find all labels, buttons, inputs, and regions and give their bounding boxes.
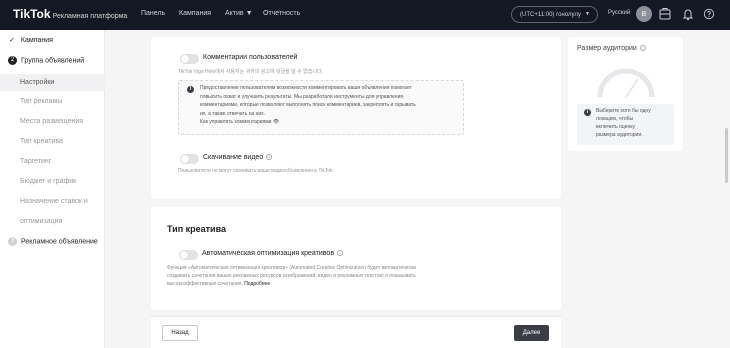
sidebar-item-label: Рекламное объявление <box>21 238 98 246</box>
section-title: Тип креатива <box>167 224 226 234</box>
timezone-label: (UTC+11:00) гонолулу <box>520 11 581 18</box>
sidebar-item-label: Группа объявлений <box>21 57 85 65</box>
audience-title-text: Размер аудитории <box>577 45 637 52</box>
chevron-down-icon: ▼ <box>585 11 590 17</box>
manage-comments-link[interactable]: Как управлять комментариями 👁 <box>200 118 462 127</box>
sidebar-item-ad[interactable]: 3 Рекламное объявление <box>0 237 105 246</box>
audience-gauge <box>597 68 655 98</box>
help-icon[interactable] <box>703 7 715 21</box>
info-line: повысить охват и улучшить результаты. Мы… <box>200 93 404 100</box>
sidebar-item-label: Таргетинг <box>20 158 52 165</box>
briefcase-icon[interactable] <box>659 7 671 21</box>
sidebar-item-label: Бюджет и график <box>20 178 77 185</box>
sidebar-item-label: Тип рекламы <box>20 98 63 105</box>
back-button[interactable]: Назад <box>162 325 198 341</box>
nav-assets[interactable]: Актив ▼ <box>225 10 253 17</box>
top-navigation-bar: TikTok Рекламная платформа Панель Кампани… <box>0 0 730 30</box>
page-scrollbar[interactable] <box>725 128 728 183</box>
auto-creative-label: Автоматическая оптимизация креативов? <box>202 250 344 257</box>
sidebar-item-bidding[interactable]: Назначение ставок и <box>0 198 105 205</box>
eye-icon: 👁 <box>272 119 280 125</box>
language-selector[interactable]: Русский <box>608 10 630 16</box>
auto-creative-label-text: Автоматическая оптимизация креативов <box>202 250 335 257</box>
question-icon[interactable]: ? <box>337 250 344 257</box>
sidebar-item-creative-type[interactable]: Тип креатива <box>0 138 105 145</box>
sidebar-item-targeting[interactable]: Таргетинг <box>0 158 105 165</box>
sidebar-item-settings[interactable]: Настройки <box>0 74 105 91</box>
footer-bar: Назад Далее <box>151 316 561 348</box>
info-line: их, а также отвечать на них. <box>200 110 266 117</box>
comments-info-box: i Предоставление пользователям возможнос… <box>178 80 464 135</box>
chevron-down-icon: ▼ <box>245 10 253 17</box>
sidebar-item-campaign[interactable]: ✓ Кампания <box>0 36 105 44</box>
download-label-text: Скачивание видео <box>203 154 264 161</box>
creative-type-card: Тип креатива Автоматическая оптимизация … <box>151 207 561 310</box>
audience-note: i Выберите хотя бы одну локацию, чтобы в… <box>577 104 674 145</box>
info-line: комментариями, которые позволяют выполня… <box>200 102 416 108</box>
note-line: локацию, чтобы <box>596 116 634 122</box>
step-number: 3 <box>8 237 17 246</box>
nav-reporting[interactable]: Отчетность <box>263 10 300 17</box>
question-icon[interactable]: ? <box>639 45 646 52</box>
desc-line: высокоэффективные сочетания. <box>167 281 243 287</box>
manage-comments-link-label: Как управлять комментариями <box>200 119 272 125</box>
info-line: Предоставление пользователям возможности… <box>200 85 412 91</box>
audience-size-panel: Размер аудитории? i Выберите хотя бы одн… <box>568 37 683 151</box>
timezone-selector[interactable]: (UTC+11:00) гонолулу ▼ <box>511 6 598 23</box>
comments-label: Комментарии пользователей <box>203 54 298 61</box>
audience-note-text: Выберите хотя бы одну локацию, чтобы вкл… <box>596 107 651 139</box>
desc-line: Функция «Автоматическая оптимизация креа… <box>167 265 417 271</box>
auto-creative-description: Функция «Автоматическая оптимизация креа… <box>167 264 547 288</box>
download-toggle[interactable] <box>180 154 199 164</box>
sidebar-item-label: Места размещения <box>20 118 84 125</box>
sidebar-item-placements[interactable]: Места размещения <box>0 118 105 125</box>
learn-more-link[interactable]: Подробнее <box>244 281 270 287</box>
check-icon: ✓ <box>9 37 15 44</box>
next-button[interactable]: Далее <box>514 325 549 341</box>
note-line: включить оценку <box>596 124 636 130</box>
tiktok-logo[interactable]: TikTok Рекламная платформа <box>13 7 127 21</box>
question-icon[interactable]: ? <box>266 154 273 161</box>
download-label: Скачивание видео? <box>203 154 273 161</box>
sidebar-item-adgroup[interactable]: 2 Группа объявлений <box>0 56 105 65</box>
comments-info-text: Предоставление пользователям возможности… <box>200 84 462 127</box>
info-icon: i <box>187 86 194 93</box>
nav-campaign[interactable]: Кампания <box>179 10 211 17</box>
bell-icon[interactable] <box>682 7 694 21</box>
nav-dashboard[interactable]: Панель <box>141 10 165 17</box>
auto-creative-toggle[interactable] <box>179 250 198 260</box>
note-line: Выберите хотя бы одну <box>596 108 651 114</box>
download-hint: Пользователи не могут скачивать ваши вид… <box>178 168 334 174</box>
comments-toggle[interactable] <box>180 54 199 64</box>
sidebar-item-optimization[interactable]: оптимизация <box>0 218 105 225</box>
steps-sidebar: ✓ Кампания 2 Группа объявлений Настройки Т… <box>0 30 105 348</box>
avatar[interactable]: B <box>636 6 652 22</box>
sidebar-item-budget[interactable]: Бюджет и график <box>0 178 105 185</box>
sidebar-item-label: оптимизация <box>20 218 63 225</box>
audience-title: Размер аудитории? <box>577 45 646 52</box>
sidebar-item-label: Настройки <box>20 79 55 86</box>
nav-assets-label: Актив <box>225 10 244 17</box>
logo-subtitle: Рекламная платформа <box>52 13 128 20</box>
comments-hint: TikTok Vigo Helo에서 사용자는 귀하의 광고에 댓글을 달 수 … <box>178 69 323 75</box>
info-icon: i <box>584 109 591 116</box>
note-line: размера аудитории. <box>596 132 643 138</box>
sidebar-item-label: Назначение ставок и <box>20 198 88 205</box>
desc-line: создавать сочетания ваших рекламных ресу… <box>167 273 416 279</box>
sidebar-item-label: Тип креатива <box>20 138 63 145</box>
step-number: 2 <box>8 56 17 65</box>
logo-text: TikTok <box>13 7 51 21</box>
interactive-settings-card: Комментарии пользователей TikTok Vigo He… <box>151 37 561 199</box>
sidebar-item-label: Кампания <box>20 37 53 44</box>
sidebar-item-ad-type[interactable]: Тип рекламы <box>0 98 105 105</box>
